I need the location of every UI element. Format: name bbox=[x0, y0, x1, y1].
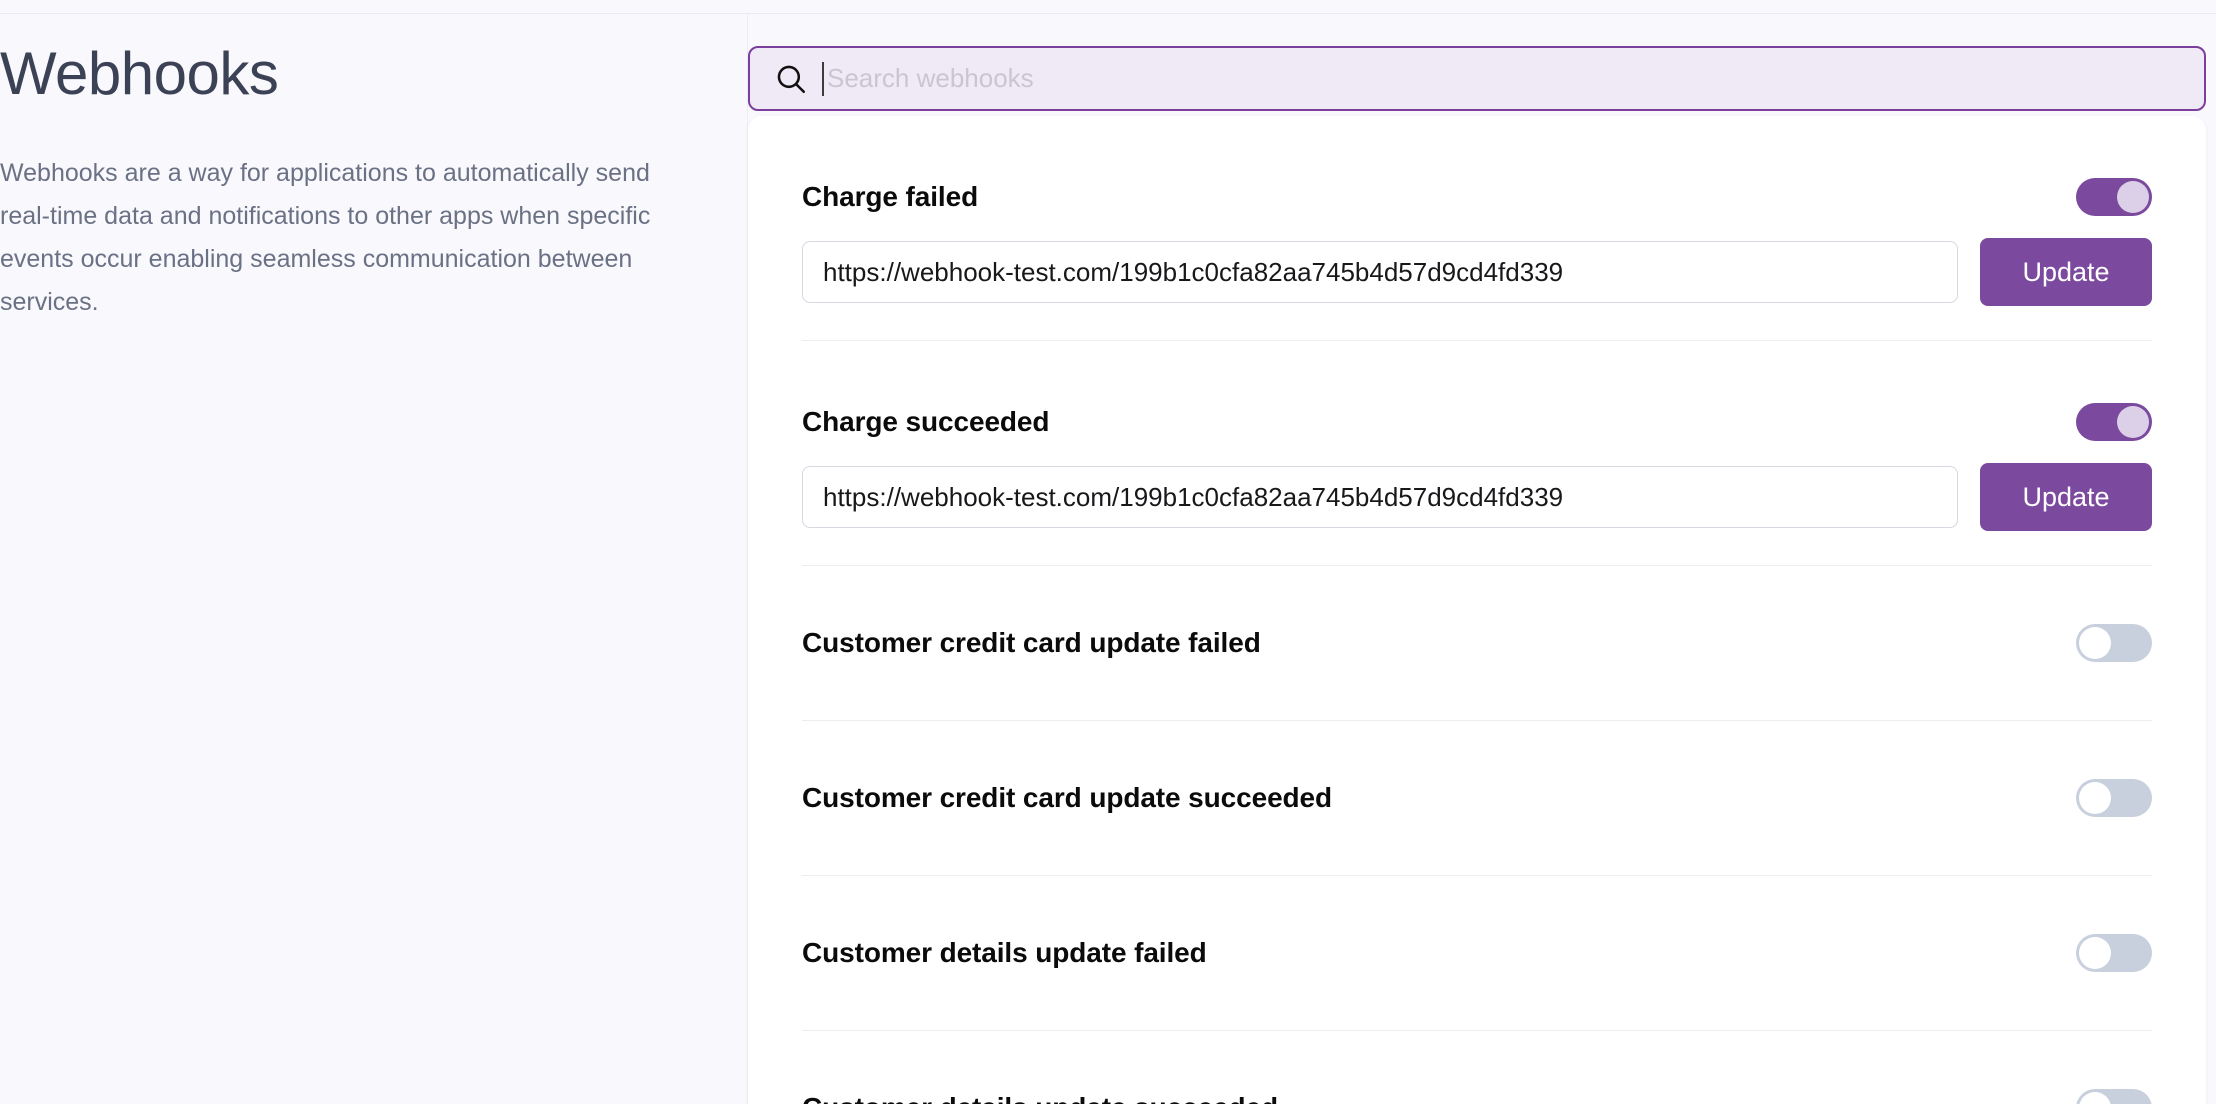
webhook-toggle[interactable] bbox=[2076, 779, 2152, 817]
search-icon bbox=[777, 65, 806, 93]
webhook-url-row: Update bbox=[802, 463, 2152, 531]
main-content: Charge failed Update Charge succeeded bbox=[748, 14, 2216, 1104]
webhook-row-cc-update-succeeded: Customer credit card update succeeded bbox=[802, 721, 2152, 875]
webhook-label: Charge succeeded bbox=[802, 406, 1050, 437]
webhook-row-cc-update-failed: Customer credit card update failed bbox=[802, 566, 2152, 720]
webhook-label: Customer credit card update succeeded bbox=[802, 782, 1333, 813]
webhook-header: Charge succeeded bbox=[802, 403, 2152, 441]
update-button[interactable]: Update bbox=[1980, 238, 2152, 306]
webhook-toggle[interactable] bbox=[2076, 624, 2152, 662]
search-input[interactable] bbox=[824, 56, 2180, 101]
webhook-label: Customer details update succeeded bbox=[802, 1092, 1278, 1104]
webhooks-card: Charge failed Update Charge succeeded bbox=[748, 116, 2206, 1104]
webhook-url-row: Update bbox=[802, 238, 2152, 306]
webhook-toggle[interactable] bbox=[2076, 1089, 2152, 1104]
webhook-row-details-update-succeeded: Customer details update succeeded bbox=[802, 1031, 2152, 1104]
webhook-label: Customer credit card update failed bbox=[802, 627, 1261, 658]
toggle-knob bbox=[2079, 627, 2111, 659]
toggle-knob bbox=[2079, 1092, 2111, 1104]
webhook-header: Charge failed bbox=[802, 178, 2152, 216]
webhook-toggle[interactable] bbox=[2076, 934, 2152, 972]
toggle-knob bbox=[2117, 406, 2149, 438]
webhook-toggle[interactable] bbox=[2076, 403, 2152, 441]
search-bar[interactable] bbox=[748, 46, 2206, 111]
webhook-label: Customer details update failed bbox=[802, 937, 1207, 968]
toggle-knob bbox=[2117, 181, 2149, 213]
webhook-row-charge-succeeded: Charge succeeded Update bbox=[802, 341, 2152, 565]
page-title: Webhooks bbox=[0, 40, 279, 107]
webhooks-page: Webhooks Webhooks are a way for applicat… bbox=[0, 0, 2216, 1104]
webhook-row-details-update-failed: Customer details update failed bbox=[802, 876, 2152, 1030]
page-description: Webhooks are a way for applications to a… bbox=[0, 159, 651, 316]
update-button[interactable]: Update bbox=[1980, 463, 2152, 531]
webhook-label: Charge failed bbox=[802, 181, 979, 212]
sidebar: Webhooks Webhooks are a way for applicat… bbox=[0, 14, 748, 1104]
webhook-url-input[interactable] bbox=[802, 466, 1958, 528]
webhook-url-input[interactable] bbox=[802, 241, 1958, 303]
webhook-row-charge-failed: Charge failed Update bbox=[802, 116, 2152, 340]
toggle-knob bbox=[2079, 782, 2111, 814]
webhook-toggle[interactable] bbox=[2076, 178, 2152, 216]
toggle-knob bbox=[2079, 937, 2111, 969]
